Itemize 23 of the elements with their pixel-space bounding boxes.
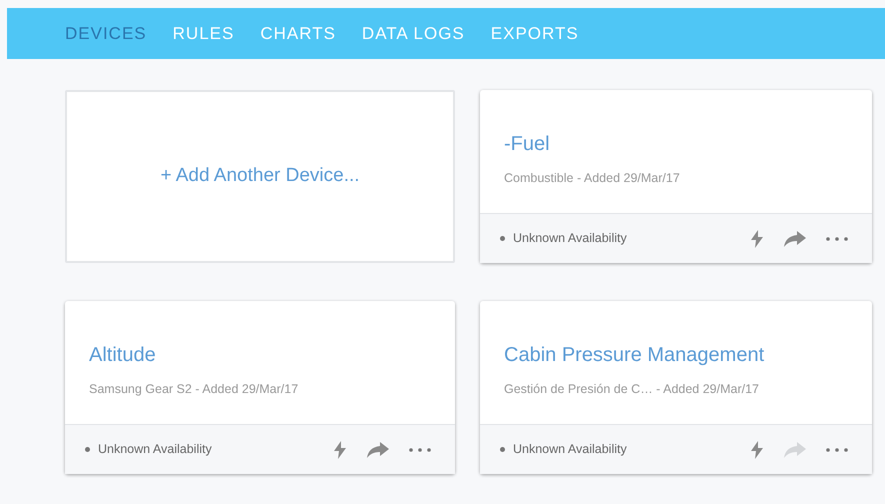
more-icon[interactable] — [826, 448, 848, 452]
device-title[interactable]: Altitude — [89, 342, 431, 368]
add-device-button[interactable]: + Add Another Device... — [160, 162, 360, 191]
nav-tab[interactable]: DEVICES — [65, 20, 147, 46]
lightning-icon[interactable] — [750, 230, 764, 248]
lightning-icon[interactable] — [750, 440, 764, 458]
share-arrow-icon[interactable] — [784, 230, 806, 246]
availability-status: Unknown Availability — [513, 230, 627, 248]
more-icon[interactable] — [409, 448, 431, 452]
device-title[interactable]: Cabin Pressure Management — [504, 342, 848, 368]
nav-tab[interactable]: DATA LOGS — [362, 20, 465, 46]
availability-status: Unknown Availability — [513, 441, 627, 458]
device-subtitle: Gestión de Presión de C… - Added 29/Mar/17 — [504, 380, 760, 398]
nav-tab[interactable]: CHARTS — [260, 20, 336, 46]
nav-tab[interactable]: RULES — [172, 20, 234, 46]
share-arrow-icon[interactable] — [367, 442, 389, 458]
device-title[interactable]: -Fuel — [504, 132, 848, 157]
more-icon[interactable] — [826, 236, 848, 240]
device-subtitle: Combustible - Added 29/Mar/17 — [504, 170, 681, 187]
nav-tab[interactable]: EXPORTS — [490, 20, 579, 46]
device-subtitle: Samsung Gear S2 - Added 29/Mar/17 — [89, 380, 300, 398]
lightning-icon[interactable] — [333, 440, 347, 458]
availability-status: Unknown Availability — [98, 441, 212, 458]
